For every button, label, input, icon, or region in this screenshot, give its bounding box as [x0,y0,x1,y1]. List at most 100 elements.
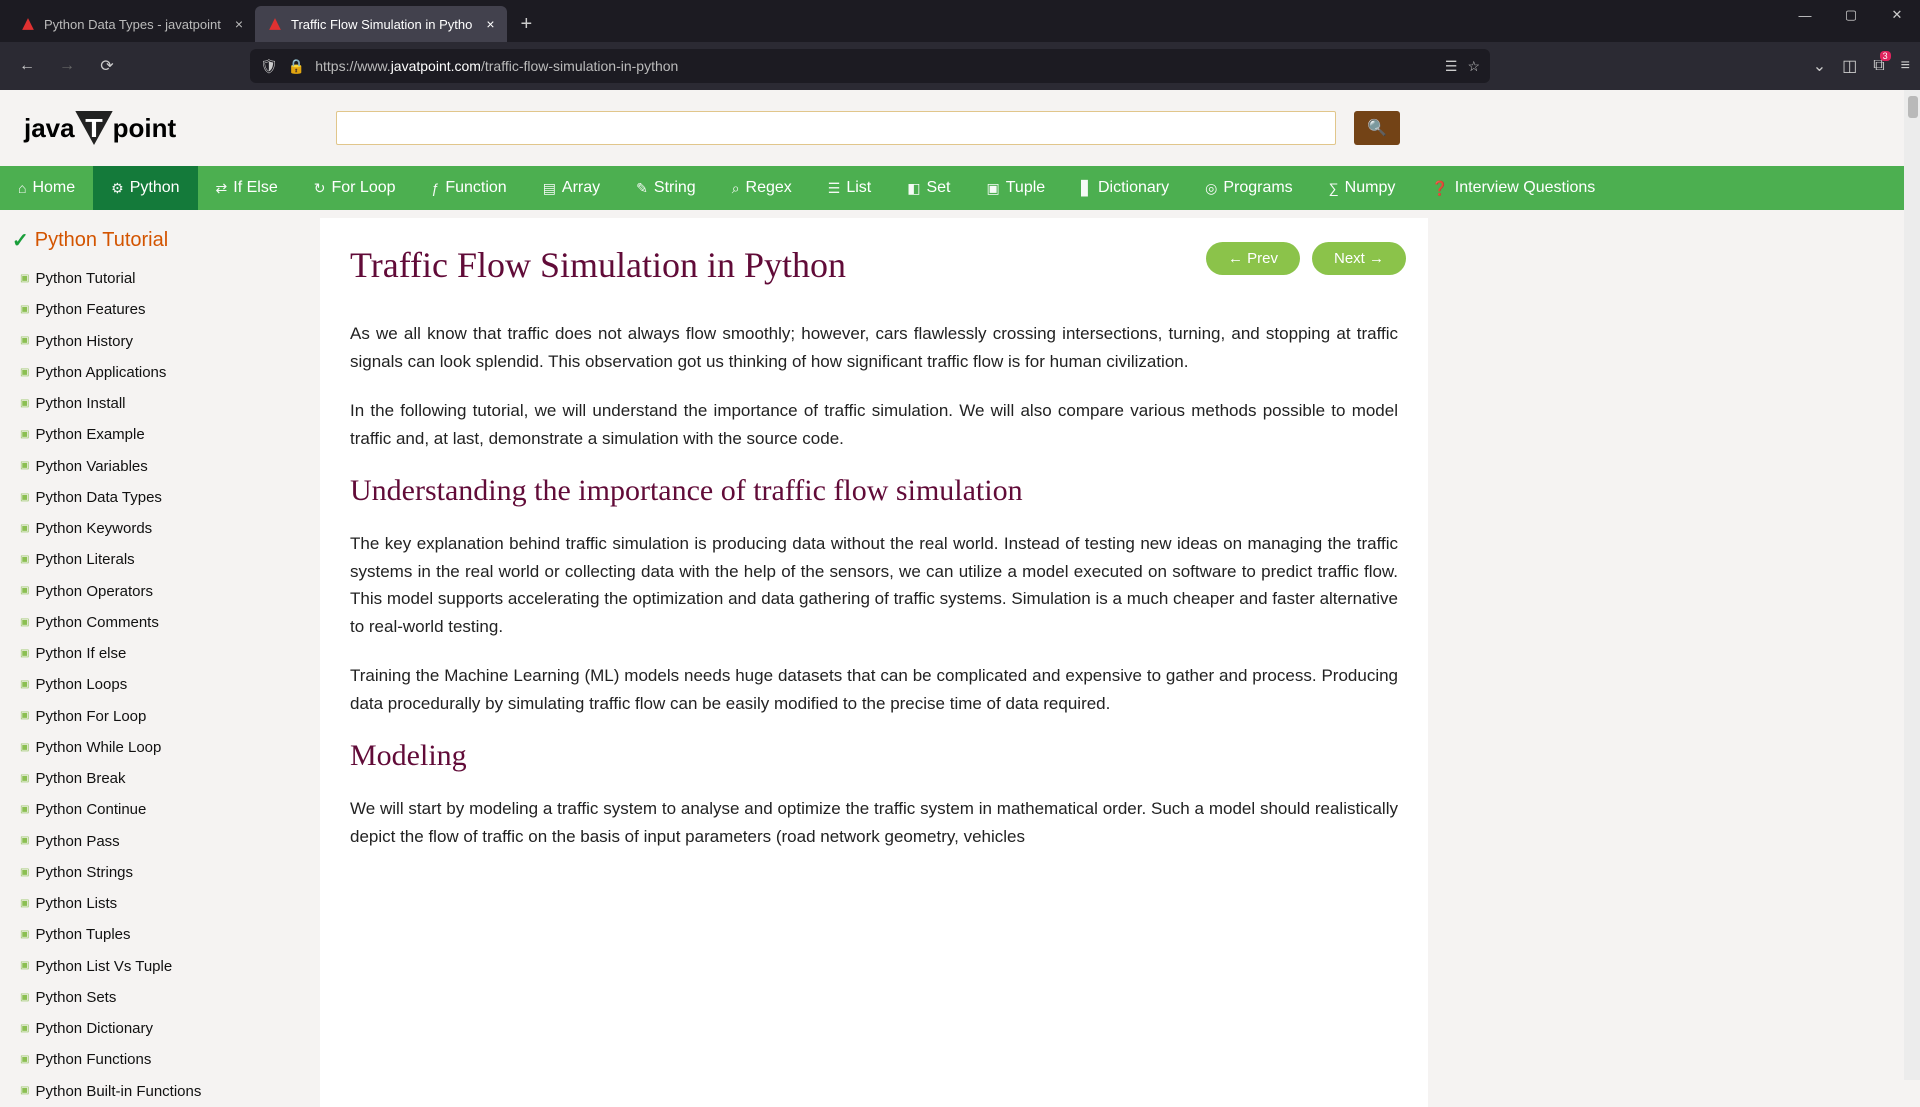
sidebar-item[interactable]: Python History [8,326,310,357]
sidebar-item[interactable]: Python Operators [8,576,310,607]
nav-item-array[interactable]: ▤Array [525,166,618,210]
browser-tab[interactable]: Traffic Flow Simulation in Pytho × [255,6,507,42]
scrollbar-thumb[interactable] [1908,96,1918,118]
nav-icon: ▤ [543,180,556,197]
sidebar-item[interactable]: Python If else [8,638,310,669]
address-bar[interactable]: 🛡 🔒 https://www.javatpoint.com/traffic-f… [250,49,1490,83]
forward-button[interactable]: → [50,49,84,83]
sidebar-item[interactable]: Python Example [8,419,310,450]
sidebar-item[interactable]: Python Built-in Functions [8,1076,310,1107]
window-close-button[interactable]: ✕ [1874,0,1920,30]
sidebar-item[interactable]: Python Features [8,294,310,325]
tab-title: Traffic Flow Simulation in Pytho [291,17,472,32]
nav-item-regex[interactable]: ⌕Regex [714,166,810,210]
back-button[interactable]: ← [10,49,44,83]
nav-item-numpy[interactable]: ∑Numpy [1311,166,1414,210]
nav-item-string[interactable]: ✎ String [618,166,714,210]
nav-icon: ☰ [828,180,841,197]
nav-icon: ↻ [314,180,326,197]
nav-label: Set [926,179,950,197]
paragraph: Training the Machine Learning (ML) model… [350,662,1398,717]
nav-item-set[interactable]: ◧ Set [889,166,968,210]
prev-button[interactable]: ← Prev [1206,242,1300,275]
sidebar-item[interactable]: Python List Vs Tuple [8,951,310,982]
search-button[interactable]: 🔍 [1354,111,1400,145]
page-header: java T point 🔍 [0,90,1920,166]
nav-icon: ◎ [1205,180,1217,197]
window-minimize-button[interactable]: — [1782,0,1828,30]
paragraph: We will start by modeling a traffic syst… [350,795,1398,850]
sidebar-item[interactable]: Python Tuples [8,919,310,950]
paragraph: In the following tutorial, we will under… [350,397,1398,452]
sidebar-item[interactable]: Python Pass [8,826,310,857]
nav-item-dictionary[interactable]: ▋ Dictionary [1063,166,1187,210]
sidebar-item[interactable]: Python Break [8,763,310,794]
nav-item-home[interactable]: ⌂Home [0,166,93,210]
nav-item-for-loop[interactable]: ↻For Loop [296,166,414,210]
pocket-icon[interactable]: ⌄ [1813,56,1826,76]
nav-label: If Else [233,179,277,197]
site-logo[interactable]: java T point [24,111,176,145]
nav-item-interview-questions[interactable]: ❓ Interview Questions [1413,166,1613,210]
extension-icon[interactable]: ⧉3 [1873,57,1884,75]
sidebar-item[interactable]: Python Tutorial [8,263,310,294]
sidebar-item[interactable]: Python Literals [8,544,310,575]
sidebar-item[interactable]: Python Comments [8,607,310,638]
nav-icon: ◧ [907,180,920,197]
nav-item-list[interactable]: ☰List [810,166,889,210]
nav-item-if-else[interactable]: ⇄If Else [198,166,296,210]
nav-item-python[interactable]: ⚙Python [93,166,197,210]
nav-item-tuple[interactable]: ▣Tuple [969,166,1064,210]
search-icon: 🔍 [1367,118,1387,138]
window-maximize-button[interactable]: ▢ [1828,0,1874,30]
sidebar-item[interactable]: Python Data Types [8,482,310,513]
section-heading: Understanding the importance of traffic … [350,474,1398,508]
lock-icon: 🔒 [288,58,305,75]
nav-icon: ❓ [1431,180,1448,197]
sidebar-item[interactable]: Python Dictionary [8,1013,310,1044]
sidebar-item[interactable]: Python Sets [8,982,310,1013]
sidebar-item[interactable]: Python Variables [8,451,310,482]
browser-toolbar: ← → ⟳ 🛡 🔒 https://www.javatpoint.com/tra… [0,42,1920,90]
nav-label: String [654,179,696,197]
new-tab-button[interactable]: + [507,6,547,42]
nav-icon: ✎ [636,180,648,197]
sidebar-item[interactable]: Python Applications [8,357,310,388]
extension-icon[interactable]: ◫ [1842,56,1857,76]
nav-label: Programs [1223,179,1292,197]
sidebar-item[interactable]: Python Strings [8,857,310,888]
close-icon[interactable]: × [235,16,243,32]
nav-icon: ▋ [1081,180,1092,197]
scrollbar[interactable] [1904,90,1920,1080]
reload-button[interactable]: ⟳ [90,49,124,83]
nav-icon: ⌂ [18,180,26,196]
nav-icon: ▣ [987,180,1000,197]
favicon-icon [267,16,283,32]
sidebar-item[interactable]: Python While Loop [8,732,310,763]
browser-tab[interactable]: Python Data Types - javatpoint × [8,6,255,42]
app-menu-icon[interactable]: ≡ [1901,57,1910,75]
url-text: https://www.javatpoint.com/traffic-flow-… [315,58,678,74]
favicon-icon [20,16,36,32]
paragraph: The key explanation behind traffic simul… [350,530,1398,640]
nav-label: Regex [746,179,792,197]
sidebar-item[interactable]: Python Install [8,388,310,419]
next-button[interactable]: Next → [1312,242,1406,275]
sidebar-item[interactable]: Python For Loop [8,701,310,732]
bookmark-star-icon[interactable]: ☆ [1467,58,1480,75]
sidebar-item[interactable]: Python Keywords [8,513,310,544]
sidebar-item[interactable]: Python Continue [8,794,310,825]
section-heading: Modeling [350,739,1398,773]
nav-label: Interview Questions [1455,179,1596,197]
nav-item-function[interactable]: ƒFunction [414,166,525,210]
search-input[interactable] [336,111,1336,145]
sidebar-section-title: Python Tutorial [12,228,310,253]
paragraph: As we all know that traffic does not alw… [350,320,1398,375]
nav-item-programs[interactable]: ◎ Programs [1187,166,1311,210]
sidebar-item[interactable]: Python Lists [8,888,310,919]
nav-label: Dictionary [1098,179,1169,197]
sidebar-item[interactable]: Python Loops [8,669,310,700]
close-icon[interactable]: × [486,16,494,32]
reader-mode-icon[interactable]: ☰ [1445,58,1458,75]
sidebar-item[interactable]: Python Functions [8,1044,310,1075]
